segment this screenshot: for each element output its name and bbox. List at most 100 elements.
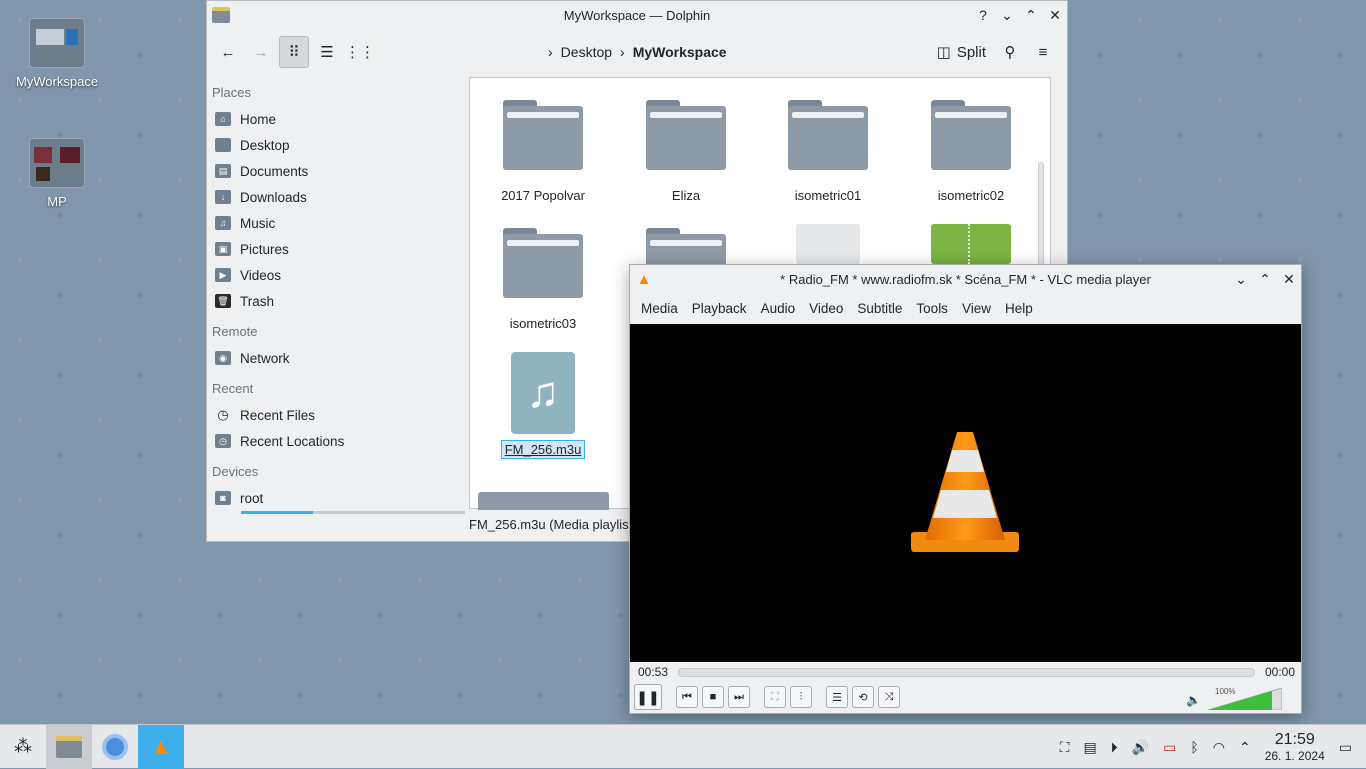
playlist-button[interactable]: ☰	[826, 686, 848, 708]
playlist-file-item[interactable]: ♫ FM_256.m3u	[478, 352, 608, 459]
pause-button[interactable]: ❚❚	[634, 684, 662, 710]
back-icon[interactable]: ←	[213, 36, 243, 68]
volume-tray-icon[interactable]: 🔊	[1132, 739, 1149, 756]
menu-audio[interactable]: Audio	[754, 301, 803, 316]
root-usage-bar	[241, 511, 465, 514]
places-title: Places	[212, 85, 252, 100]
menu-video[interactable]: Video	[802, 301, 850, 316]
menu-media[interactable]: Media	[634, 301, 685, 316]
icons-view-icon[interactable]: ⠿	[279, 36, 309, 68]
clock[interactable]: 21:59 26. 1. 2024	[1265, 731, 1325, 763]
forward-icon[interactable]: →	[246, 36, 276, 68]
task-vlc[interactable]: ▲	[138, 724, 184, 769]
sidebar-item-videos[interactable]: ▶ Videos	[212, 262, 469, 288]
fullscreen-button[interactable]: ⛶	[764, 686, 786, 708]
folder-item[interactable]: isometric01	[763, 100, 893, 203]
split-label: Split	[956, 43, 986, 61]
folder-item[interactable]: Eliza	[621, 100, 751, 203]
sidebar-item-home[interactable]: ⌂ Home	[212, 106, 469, 132]
sidebar-item-label: Trash	[240, 293, 275, 309]
status-bar: FM_256.m3u (Media playlis	[469, 517, 629, 532]
sidebar-item-trash[interactable]: 🗑 Trash	[212, 288, 469, 314]
sidebar-item-label: Documents	[240, 163, 309, 179]
sidebar-item-network[interactable]: ◉ Network	[212, 345, 469, 371]
sidebar-item-desktop[interactable]: Desktop	[212, 132, 469, 158]
sidebar-item-documents[interactable]: ▤ Documents	[212, 158, 469, 184]
elapsed-time: 00:53	[638, 665, 669, 679]
bluetooth-icon[interactable]: ᛒ	[1190, 739, 1198, 755]
volume-control[interactable]: 🔈 100%	[1186, 687, 1286, 711]
sidebar-item-downloads[interactable]: ↓ Downloads	[212, 184, 469, 210]
menu-view[interactable]: View	[955, 301, 998, 316]
clock-icon: ◷	[217, 407, 229, 422]
seek-bar-row: 00:53 00:00	[630, 663, 1301, 681]
sidebar-item-pictures[interactable]: ▣ Pictures	[212, 236, 469, 262]
menu-help[interactable]: Help	[998, 301, 1040, 316]
compact-view-icon[interactable]: ☰	[312, 36, 342, 68]
stop-button[interactable]: ■	[702, 686, 724, 708]
playback-controls: ❚❚ ⏮ ■ ⏭ ⛶ ⫶ ☰ ⟲ ⤨	[634, 683, 904, 711]
next-button[interactable]: ⏭	[728, 686, 750, 708]
menu-subtitle[interactable]: Subtitle	[850, 301, 909, 316]
clipboard-icon[interactable]: ▤	[1083, 739, 1096, 756]
folder-item[interactable]: isometric03	[478, 228, 608, 331]
folder-item[interactable]: 2017 Popolvar	[478, 100, 608, 203]
documents-icon: ▤	[215, 164, 231, 178]
vlc-menubar: Media Playback Audio Video Subtitle Tool…	[630, 293, 1301, 323]
split-button[interactable]: ◫ Split	[931, 36, 992, 68]
seek-slider[interactable]	[678, 667, 1255, 677]
volume-icon: 🔈	[1186, 693, 1201, 707]
hamburger-menu-icon[interactable]: ≡	[1028, 36, 1058, 68]
details-view-icon[interactable]: ⋮⋮	[345, 36, 375, 68]
sidebar-item-recent-locations[interactable]: ◷ Recent Locations	[212, 428, 469, 454]
clock-date: 26. 1. 2024	[1264, 749, 1325, 763]
folder-item[interactable]: isometric02	[906, 100, 1036, 203]
task-dolphin[interactable]	[46, 724, 92, 769]
folder-thumbnail-icon	[29, 18, 85, 68]
search-icon[interactable]: ⚲	[995, 36, 1025, 68]
loop-button[interactable]: ⟲	[852, 686, 874, 708]
sidebar-item-root[interactable]: ◙ root	[212, 485, 469, 511]
previous-button[interactable]: ⏮	[676, 686, 698, 708]
desktop-icon-label: MP	[47, 194, 67, 209]
show-desktop-icon[interactable]: ▭	[1339, 739, 1352, 756]
sidebar-item-label: Videos	[240, 267, 282, 283]
clock-time: 21:59	[1274, 731, 1315, 748]
archive-item[interactable]	[906, 224, 1036, 264]
breadcrumb-myworkspace[interactable]: MyWorkspace	[633, 44, 727, 60]
extended-settings-button[interactable]: ⫶	[790, 686, 812, 708]
sidebar-item-label: Pictures	[240, 241, 289, 257]
menu-playback[interactable]: Playback	[685, 301, 754, 316]
file-label: isometric01	[794, 188, 862, 203]
sidebar-item-music[interactable]: ♫ Music	[212, 210, 469, 236]
split-icon: ◫	[936, 44, 951, 61]
wifi-icon[interactable]: ◠	[1213, 739, 1225, 756]
breadcrumb-desktop[interactable]: Desktop	[561, 44, 612, 60]
sidebar-item-label: Home	[240, 111, 277, 127]
drive-icon: ◙	[215, 491, 231, 505]
application-launcher-icon[interactable]: ⁂	[0, 725, 46, 769]
sidebar-item-label: Network	[240, 350, 290, 366]
partial-item	[478, 492, 609, 510]
file-label: 2017 Popolvar	[501, 188, 585, 203]
vlc-tray-icon[interactable]: ⛶	[1060, 739, 1070, 756]
downloads-icon: ↓	[215, 190, 231, 204]
video-area[interactable]	[630, 324, 1301, 662]
sidebar-item-recent-files[interactable]: ◷ Recent Files	[212, 402, 469, 428]
desktop-icon-myworkspace[interactable]: MyWorkspace	[7, 18, 107, 89]
network-icon: ◉	[215, 351, 231, 365]
media-player-icon[interactable]: ⏵	[1111, 739, 1118, 756]
desktop-icon-label: MyWorkspace	[15, 74, 99, 89]
vlc-cone-logo-icon	[911, 432, 1019, 552]
vlc-task-icon: ▲	[150, 733, 172, 759]
menu-tools[interactable]: Tools	[909, 301, 955, 316]
desktop-icon-mp[interactable]: MP	[7, 138, 107, 209]
folder-thumbnail-icon	[29, 138, 85, 188]
tray-expand-icon[interactable]: ⌃	[1239, 739, 1251, 756]
file-item[interactable]	[763, 224, 893, 264]
shuffle-button[interactable]: ⤨	[878, 686, 900, 708]
battery-icon[interactable]: ▭	[1163, 739, 1176, 756]
dolphin-titlebar[interactable]: MyWorkspace — Dolphin ? ⌄ ⌃ ✕	[207, 1, 1067, 29]
task-chromium[interactable]	[92, 725, 138, 769]
vlc-titlebar[interactable]: ▲ * Radio_FM * www.radiofm.sk * Scéna_FM…	[630, 265, 1301, 293]
